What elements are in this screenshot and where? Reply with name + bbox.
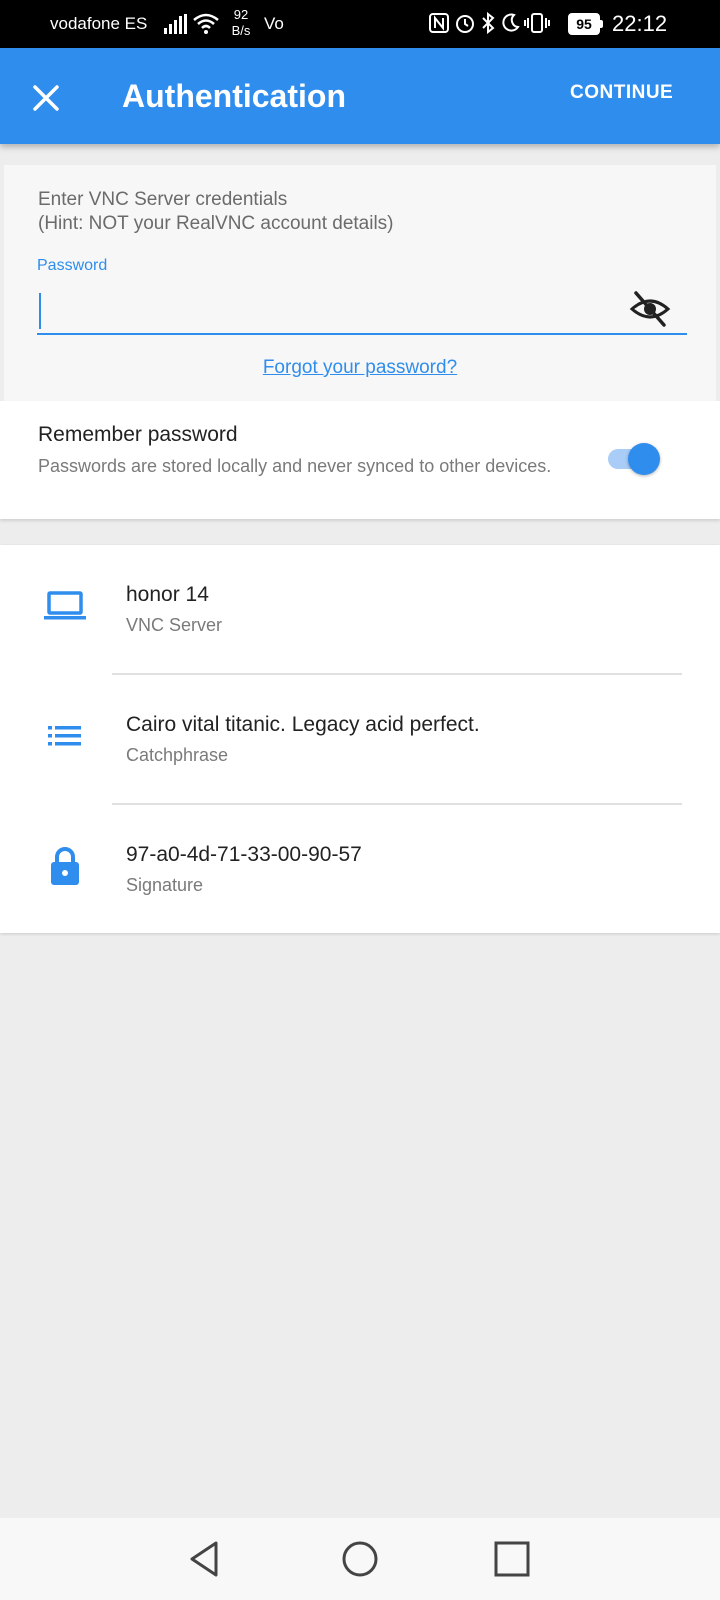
- signal-icon: [164, 14, 187, 34]
- password-label: Password: [37, 257, 108, 274]
- back-icon[interactable]: [184, 1537, 228, 1581]
- list-item-signature: 97-a0-4d-71-33-00-90-57 Signature: [0, 805, 720, 935]
- continue-button[interactable]: CONTINUE: [570, 82, 673, 104]
- list-item-catchphrase: Cairo vital titanic. Legacy acid perfect…: [0, 675, 720, 805]
- server-type: VNC Server: [126, 615, 223, 635]
- status-bar: vodafone ES 92 B/s Vo 95 22:12: [0, 0, 720, 48]
- clock: 22:12: [612, 11, 668, 36]
- bluetooth-icon: [482, 12, 495, 34]
- toggle-thumb: [628, 443, 660, 475]
- forgot-password-link[interactable]: Forgot your password?: [4, 357, 716, 379]
- volte-icon: Vo: [264, 14, 284, 33]
- app-bar: Authentication CONTINUE: [0, 48, 720, 144]
- signature-value: 97-a0-4d-71-33-00-90-57: [126, 843, 362, 866]
- network-speed: 92 B/s: [228, 7, 254, 39]
- speed-unit: B/s: [231, 23, 251, 38]
- recents-icon[interactable]: [490, 1537, 534, 1581]
- battery-level: 95: [568, 13, 600, 35]
- battery-tip: [600, 20, 603, 28]
- remember-password-description: Passwords are stored locally and never s…: [38, 456, 552, 476]
- remember-password-section: Remember password Passwords are stored l…: [0, 401, 720, 519]
- close-icon[interactable]: [22, 74, 70, 122]
- carrier-label: vodafone ES: [50, 14, 148, 33]
- password-input[interactable]: [37, 283, 687, 335]
- wifi-icon: [193, 13, 219, 34]
- server-info-list: honor 14 VNC Server Cairo vital titanic.…: [0, 545, 720, 933]
- credentials-panel: Enter VNC Server credentials (Hint: NOT …: [4, 165, 716, 401]
- nfc-icon: [429, 13, 449, 33]
- speed-value: 92: [233, 7, 249, 22]
- vibrate-icon: [524, 13, 550, 33]
- text-caret: [39, 293, 41, 329]
- battery-icon: 95: [568, 13, 604, 35]
- catchphrase-label: Catchphrase: [126, 745, 229, 765]
- list-item-server: honor 14 VNC Server: [0, 545, 720, 675]
- page-title: Authentication: [122, 78, 346, 114]
- laptop-icon: [44, 591, 86, 620]
- credentials-hint: Enter VNC Server credentials (Hint: NOT …: [38, 189, 394, 234]
- remember-password-title: Remember password: [38, 423, 238, 446]
- server-name: honor 14: [126, 583, 209, 606]
- catchphrase-value: Cairo vital titanic. Legacy acid perfect…: [126, 713, 480, 736]
- system-icons: [428, 12, 550, 34]
- alarm-icon: [456, 15, 474, 33]
- moon-icon: [502, 13, 520, 32]
- list-icon: [48, 726, 81, 746]
- remember-password-toggle[interactable]: [606, 441, 662, 477]
- signature-label: Signature: [126, 875, 204, 895]
- system-nav-bar: [0, 1518, 720, 1600]
- lock-icon: [51, 847, 79, 885]
- visibility-off-icon[interactable]: [628, 287, 672, 331]
- home-icon[interactable]: [338, 1537, 382, 1581]
